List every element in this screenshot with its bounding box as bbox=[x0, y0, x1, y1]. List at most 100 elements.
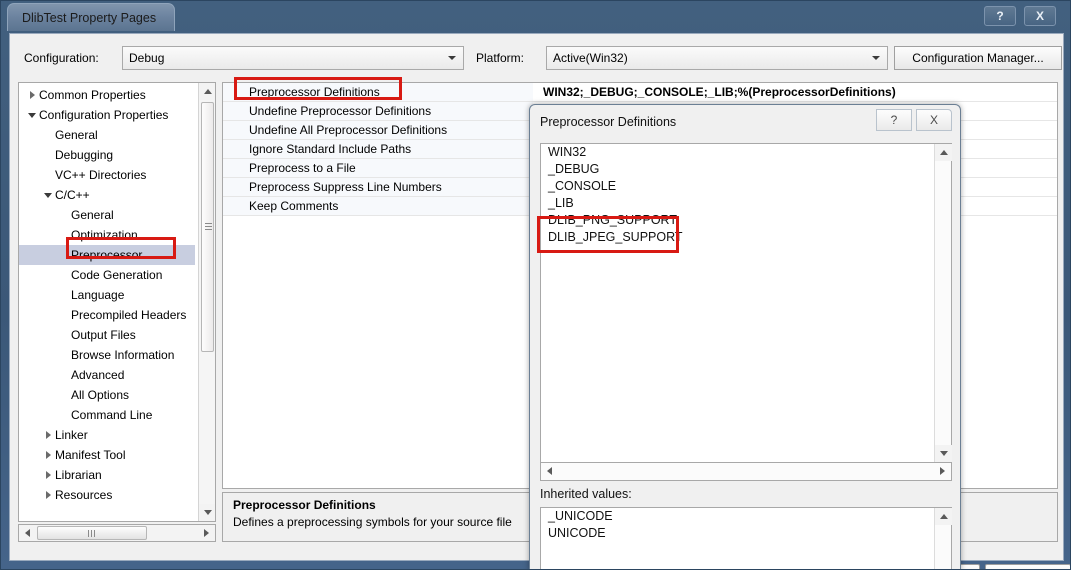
inherited-item: _UNICODE bbox=[548, 509, 613, 523]
chevron-right-icon[interactable] bbox=[25, 91, 39, 99]
tree-hscrollbar-thumb[interactable] bbox=[37, 526, 147, 540]
tree-item-label: Linker bbox=[55, 428, 88, 442]
tree-item-label: Preprocessor bbox=[71, 248, 143, 262]
tree-item-label: Output Files bbox=[71, 328, 136, 342]
definitions-editor[interactable]: WIN32 _DEBUG _CONSOLE _LIB DLIB_PNG_SUPPORT D… bbox=[540, 143, 952, 463]
inherited-vertical-scrollbar[interactable] bbox=[934, 508, 952, 569]
tree-item-resources[interactable]: Resources bbox=[19, 485, 195, 505]
chevron-down-icon[interactable] bbox=[25, 112, 39, 118]
property-value[interactable]: WIN32;_DEBUG;_CONSOLE;_LIB;%(Preprocesso… bbox=[533, 85, 1057, 99]
tree-item-label: Debugging bbox=[55, 148, 114, 162]
tree-item-label: Precompiled Headers bbox=[71, 308, 187, 322]
tree-item-label: All Options bbox=[71, 388, 130, 402]
tree-item-precompiled-headers[interactable]: Precompiled Headers bbox=[19, 305, 195, 325]
dialog-help-button[interactable]: ? bbox=[876, 109, 912, 131]
tree-item-label: Manifest Tool bbox=[55, 448, 126, 462]
definitions-list: WIN32 _DEBUG _CONSOLE _LIB DLIB_PNG_SUPPORT D… bbox=[541, 144, 951, 246]
property-name: Undefine All Preprocessor Definitions bbox=[223, 121, 533, 139]
property-name: Ignore Standard Include Paths bbox=[223, 140, 533, 158]
chevron-right-icon[interactable] bbox=[41, 451, 55, 459]
tree-item-configuration-properties[interactable]: Configuration Properties bbox=[19, 105, 195, 125]
scroll-up-icon[interactable] bbox=[935, 144, 952, 161]
tree-vertical-scrollbar[interactable] bbox=[198, 83, 215, 521]
tree-item-linker[interactable]: Linker bbox=[19, 425, 195, 445]
configuration-manager-button[interactable]: Configuration Manager... bbox=[894, 46, 1062, 70]
scroll-left-icon[interactable] bbox=[541, 463, 558, 479]
scroll-up-icon[interactable] bbox=[199, 83, 215, 100]
properties-tree[interactable]: Common Properties Configuration Propertie… bbox=[18, 82, 216, 522]
tree-item-advanced[interactable]: Advanced bbox=[19, 365, 195, 385]
tree-item-label: Code Generation bbox=[71, 268, 163, 282]
tree-item-optimization[interactable]: Optimization bbox=[19, 225, 195, 245]
configuration-label: Configuration: bbox=[24, 51, 99, 65]
tree-item-label: Resources bbox=[55, 488, 113, 502]
definition-item[interactable]: DLIB_JPEG_SUPPORT bbox=[541, 229, 951, 246]
definition-item[interactable]: WIN32 bbox=[541, 144, 951, 161]
chevron-right-icon[interactable] bbox=[41, 471, 55, 479]
tree-item-command-line[interactable]: Command Line bbox=[19, 405, 195, 425]
definition-item[interactable]: DLIB_PNG_SUPPORT bbox=[541, 212, 951, 229]
tree-item-browse-information[interactable]: Browse Information bbox=[19, 345, 195, 365]
preprocessor-definitions-dialog: Preprocessor Definitions ? X WIN32 _DEBUG… bbox=[529, 104, 961, 569]
window-titlebar: DlibTest Property Pages ? X bbox=[1, 1, 1070, 33]
tree-item-all-options[interactable]: All Options bbox=[19, 385, 195, 405]
tree-item-output-files[interactable]: Output Files bbox=[19, 325, 195, 345]
tree-item-manifest-tool[interactable]: Manifest Tool bbox=[19, 445, 195, 465]
tree-horizontal-scrollbar[interactable] bbox=[18, 524, 216, 542]
scroll-right-icon[interactable] bbox=[198, 525, 215, 541]
property-name: Preprocess to a File bbox=[223, 159, 533, 177]
tree-item-label: Advanced bbox=[71, 368, 125, 382]
tree-item-label: VC++ Directories bbox=[55, 168, 147, 182]
configuration-dropdown[interactable]: Debug bbox=[122, 46, 464, 70]
dialog-close-button[interactable]: X bbox=[916, 109, 952, 131]
platform-dropdown[interactable]: Active(Win32) bbox=[546, 46, 888, 70]
chevron-down-icon[interactable] bbox=[41, 192, 55, 198]
dialog-title: Preprocessor Definitions bbox=[540, 115, 677, 129]
tree-item-c-c[interactable]: C/C++ bbox=[19, 185, 195, 205]
definitions-vertical-scrollbar[interactable] bbox=[934, 144, 952, 462]
inherited-item: UNICODE bbox=[548, 526, 606, 540]
tree-item-debugging[interactable]: Debugging bbox=[19, 145, 195, 165]
tree-item-general[interactable]: General bbox=[19, 205, 195, 225]
tree-item-label: General bbox=[55, 128, 98, 142]
scroll-down-icon[interactable] bbox=[935, 445, 952, 462]
tree-item-label: Command Line bbox=[71, 408, 153, 422]
window-help-button[interactable]: ? bbox=[984, 6, 1016, 26]
tree-item-preprocessor[interactable]: Preprocessor bbox=[19, 245, 195, 265]
chevron-right-icon[interactable] bbox=[41, 491, 55, 499]
property-pages-window: DlibTest Property Pages ? X Configuratio… bbox=[0, 0, 1071, 570]
tree-item-label: Optimization bbox=[71, 228, 138, 242]
tree-item-librarian[interactable]: Librarian bbox=[19, 465, 195, 485]
window-title: DlibTest Property Pages bbox=[7, 3, 176, 31]
scroll-down-icon[interactable] bbox=[199, 504, 215, 521]
tree-item-label: C/C++ bbox=[55, 188, 90, 202]
definitions-horizontal-scrollbar[interactable] bbox=[540, 463, 952, 481]
tree-scrollbar-thumb[interactable] bbox=[201, 102, 214, 352]
tree-item-language[interactable]: Language bbox=[19, 285, 195, 305]
scroll-up-icon[interactable] bbox=[935, 508, 952, 525]
tree-item-label: General bbox=[71, 208, 114, 222]
chevron-right-icon[interactable] bbox=[41, 431, 55, 439]
definition-item[interactable]: _CONSOLE bbox=[541, 178, 951, 195]
tree-item-label: Browse Information bbox=[71, 348, 175, 362]
tree-item-code-generation[interactable]: Code Generation bbox=[19, 265, 195, 285]
platform-label: Platform: bbox=[476, 51, 525, 65]
definition-item[interactable]: _LIB bbox=[541, 195, 951, 212]
tree-item-label: Language bbox=[71, 288, 125, 302]
tree-item-list: Common Properties Configuration Propertie… bbox=[19, 85, 195, 505]
tree-item-vc-directories[interactable]: VC++ Directories bbox=[19, 165, 195, 185]
property-name: Preprocess Suppress Line Numbers bbox=[223, 178, 533, 196]
scroll-left-icon[interactable] bbox=[19, 525, 36, 541]
tree-item-general[interactable]: General bbox=[19, 125, 195, 145]
property-name: Preprocessor Definitions bbox=[223, 83, 533, 101]
property-row[interactable]: Preprocessor Definitions WIN32;_DEBUG;_CO… bbox=[223, 83, 1057, 102]
tree-item-common-properties[interactable]: Common Properties bbox=[19, 85, 195, 105]
tree-item-label: Common Properties bbox=[39, 88, 146, 102]
apply-button[interactable]: 应用(A) bbox=[985, 564, 1070, 569]
tree-item-label: Configuration Properties bbox=[39, 108, 169, 122]
configuration-toolbar: Configuration: Debug Platform: Active(Wi… bbox=[18, 46, 1062, 72]
property-name: Keep Comments bbox=[223, 197, 533, 215]
definition-item[interactable]: _DEBUG bbox=[541, 161, 951, 178]
window-close-button[interactable]: X bbox=[1024, 6, 1056, 26]
scroll-right-icon[interactable] bbox=[934, 463, 951, 479]
